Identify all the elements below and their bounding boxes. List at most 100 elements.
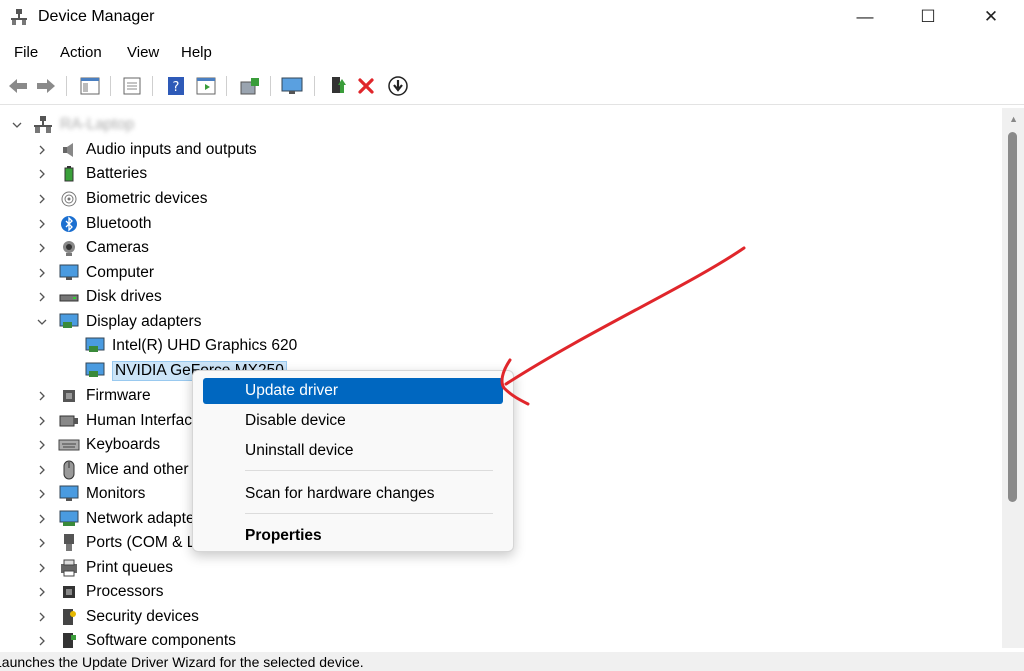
forward-arrow-icon[interactable] xyxy=(34,74,58,98)
chevron-right-icon[interactable] xyxy=(37,489,47,499)
context-menu: Update driver Disable device Uninstall d… xyxy=(192,370,514,552)
tree-item-disk-drives[interactable]: Disk drives xyxy=(58,285,162,309)
chevron-right-icon[interactable] xyxy=(37,636,47,646)
tree-item-keyboards[interactable]: Keyboards xyxy=(58,433,160,457)
maximize-button[interactable]: ☐ xyxy=(905,0,951,34)
chevron-right-icon[interactable] xyxy=(37,391,47,401)
tree-item-security[interactable]: Security devices xyxy=(58,605,199,629)
chevron-right-icon[interactable] xyxy=(37,587,47,597)
menu-help[interactable]: Help xyxy=(181,44,212,61)
chevron-right-icon[interactable] xyxy=(37,243,47,253)
tree-item-processors[interactable]: Processors xyxy=(58,580,164,604)
chevron-right-icon[interactable] xyxy=(37,268,47,278)
category-label: Batteries xyxy=(86,165,148,182)
chevron-right-icon[interactable] xyxy=(37,440,47,450)
status-text: Launches the Update Driver Wizard for th… xyxy=(0,654,364,670)
processor-icon xyxy=(58,582,80,602)
category-label: Computer xyxy=(86,264,155,281)
tree-item-intel-uhd[interactable]: Intel(R) UHD Graphics 620 xyxy=(84,334,297,358)
category-label: Software components xyxy=(86,632,236,648)
tree-item-cameras[interactable]: Cameras xyxy=(58,236,149,260)
uninstall-device-menu-item[interactable]: Uninstall device xyxy=(203,438,503,464)
chevron-right-icon[interactable] xyxy=(37,219,47,229)
chevron-right-icon[interactable] xyxy=(37,514,47,524)
tree-item-biometric[interactable]: Biometric devices xyxy=(58,187,207,211)
tree-item-bluetooth[interactable]: Bluetooth xyxy=(58,212,152,236)
disable-device-menu-item[interactable]: Disable device xyxy=(203,408,503,434)
title-bar: Device Manager — ☐ ✕ xyxy=(0,0,1024,36)
tree-item-print-queues[interactable]: Print queues xyxy=(58,556,173,580)
show-hide-console-tree-icon[interactable] xyxy=(78,74,102,98)
category-label: Network adapters xyxy=(86,510,208,527)
scan-hardware-icon[interactable] xyxy=(238,74,262,98)
properties-sheet-icon[interactable] xyxy=(120,74,144,98)
scan-hardware-menu-item[interactable]: Scan for hardware changes xyxy=(203,481,503,507)
mouse-icon xyxy=(58,460,80,480)
display-adapter-icon xyxy=(84,361,106,381)
close-button[interactable]: ✕ xyxy=(968,0,1014,34)
category-label: Disk drives xyxy=(86,288,162,305)
update-driver-menu-item[interactable]: Update driver xyxy=(203,378,503,404)
help-icon[interactable]: ? xyxy=(164,74,188,98)
svg-text:?: ? xyxy=(173,80,180,95)
scroll-up-icon[interactable]: ▲ xyxy=(1009,114,1018,124)
chevron-down-icon[interactable] xyxy=(37,317,47,327)
bluetooth-icon xyxy=(58,214,80,234)
tree-item-monitors[interactable]: Monitors xyxy=(58,482,145,506)
category-label: Processors xyxy=(86,583,164,600)
back-arrow-icon[interactable] xyxy=(6,74,30,98)
chevron-right-icon[interactable] xyxy=(37,416,47,426)
minimize-button[interactable]: — xyxy=(842,0,888,34)
category-label: Cameras xyxy=(86,239,149,256)
tree-item-firmware[interactable]: Firmware xyxy=(58,384,151,408)
tree-item-batteries[interactable]: Batteries xyxy=(58,162,147,186)
category-label: Print queues xyxy=(86,559,174,576)
properties-menu-item[interactable]: Properties xyxy=(203,523,503,549)
chevron-right-icon[interactable] xyxy=(37,538,47,548)
disk-drive-icon xyxy=(58,287,80,307)
device-manager-icon xyxy=(10,8,28,26)
network-icon xyxy=(58,509,80,529)
tree-root[interactable]: RA-Laptop xyxy=(32,113,134,137)
tree-item-network[interactable]: Network adapters xyxy=(58,507,207,531)
category-label: Security devices xyxy=(86,608,199,625)
scrollbar-thumb[interactable] xyxy=(1008,132,1017,502)
fingerprint-icon xyxy=(58,189,80,209)
chevron-down-icon[interactable] xyxy=(12,120,22,130)
computer-tree-icon xyxy=(32,115,54,135)
chevron-right-icon[interactable] xyxy=(37,563,47,573)
chip-icon xyxy=(58,386,80,406)
category-label: Monitors xyxy=(86,485,146,502)
monitor-icon[interactable] xyxy=(280,74,304,98)
hid-icon xyxy=(58,411,80,431)
chevron-right-icon[interactable] xyxy=(37,465,47,475)
keyboard-icon xyxy=(58,435,80,455)
chevron-right-icon[interactable] xyxy=(37,194,47,204)
chevron-right-icon[interactable] xyxy=(37,292,47,302)
uninstall-x-icon[interactable] xyxy=(354,74,378,98)
chevron-right-icon[interactable] xyxy=(37,169,47,179)
menu-file[interactable]: File xyxy=(14,44,38,61)
menu-view[interactable]: View xyxy=(127,44,159,61)
download-circle-icon[interactable] xyxy=(386,74,410,98)
display-adapter-icon xyxy=(84,336,106,356)
display-adapter-icon xyxy=(58,312,80,332)
category-label: Keyboards xyxy=(86,436,161,453)
chevron-right-icon[interactable] xyxy=(37,145,47,155)
chevron-right-icon[interactable] xyxy=(37,612,47,622)
battery-icon xyxy=(58,164,80,184)
menu-action[interactable]: Action xyxy=(60,44,102,61)
software-icon xyxy=(58,631,80,648)
tree-item-display-adapters[interactable]: Display adapters xyxy=(58,310,201,334)
action-pane-icon[interactable] xyxy=(194,74,218,98)
tree-item-audio[interactable]: Audio inputs and outputs xyxy=(58,138,257,162)
tree-item-computer[interactable]: Computer xyxy=(58,261,154,285)
toolbar: ? xyxy=(0,68,1024,105)
category-label: Bluetooth xyxy=(86,215,152,232)
menu-divider xyxy=(245,470,493,471)
tree-item-software-components[interactable]: Software components xyxy=(58,629,236,648)
add-driver-icon[interactable] xyxy=(326,74,350,98)
monitor-icon xyxy=(58,263,80,283)
category-label: Firmware xyxy=(86,387,151,404)
category-label: Display adapters xyxy=(86,313,202,330)
